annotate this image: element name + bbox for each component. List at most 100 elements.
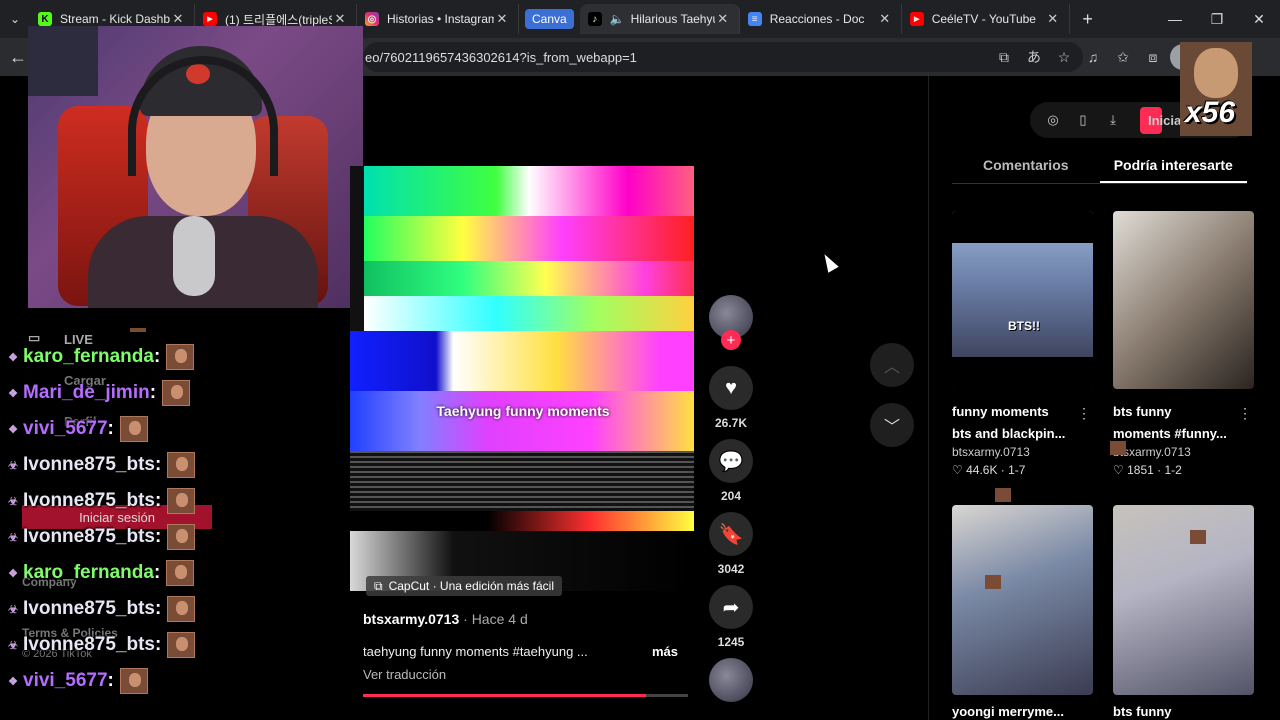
- media-control-icon[interactable]: ♫: [1080, 44, 1106, 70]
- translate-link[interactable]: Ver traducción: [363, 667, 446, 682]
- tab-tiktok-active[interactable]: ♪ 🔈 Hilarious Taehyun ✕: [579, 4, 740, 34]
- like-button[interactable]: ♥ 26.7K: [709, 366, 753, 430]
- capcut-icon: ⧉: [374, 578, 383, 593]
- video-caption-overlay: Taehyung funny moments: [436, 403, 610, 419]
- chat-username[interactable]: Ivonne875_bts: [23, 634, 155, 656]
- music-disc[interactable]: [709, 658, 753, 702]
- app-install-icon[interactable]: ⧉: [991, 44, 1017, 70]
- translate-icon[interactable]: あ: [1021, 44, 1047, 70]
- comment-count: 204: [720, 489, 742, 503]
- suggested-card[interactable]: yoongi merryme...: [952, 505, 1093, 720]
- download-icon[interactable]: ⤓: [1102, 112, 1124, 128]
- close-icon[interactable]: ✕: [332, 11, 348, 27]
- chat-username[interactable]: Ivonne875_bts: [23, 598, 155, 620]
- follow-plus-icon[interactable]: +: [721, 330, 741, 350]
- collections-icon[interactable]: ⧈: [1140, 44, 1166, 70]
- video-progress-bar[interactable]: [363, 694, 688, 697]
- chat-username[interactable]: Ivonne875_bts: [23, 490, 155, 512]
- chat-separator: :: [107, 670, 114, 691]
- compass-icon[interactable]: ◎: [1042, 112, 1064, 128]
- emote-icon: [162, 380, 191, 406]
- youtube-icon: ▶: [909, 12, 924, 26]
- card-stats: ♡ 1851 · 1-2: [1113, 463, 1182, 477]
- chat-separator: :: [155, 598, 162, 619]
- progress-fill: [363, 694, 646, 697]
- card-title: funny moments: [952, 404, 1049, 419]
- share-button[interactable]: ➦ 1245: [709, 585, 753, 649]
- chat-message: ☣ Ivonne875_bts :: [6, 594, 196, 624]
- more-options-icon[interactable]: ⋮: [1238, 405, 1252, 422]
- login-button[interactable]: Inicia: [1140, 106, 1181, 134]
- chevron-down-icon[interactable]: ﹀: [870, 403, 914, 447]
- comment-icon: 💬: [709, 439, 753, 483]
- new-tab-plus-icon[interactable]: +: [1070, 9, 1106, 30]
- chat-username[interactable]: Ivonne875_bts: [23, 526, 155, 548]
- bookmark-icon: 🔖: [709, 512, 753, 556]
- tab-group-canva[interactable]: Canva: [525, 9, 574, 29]
- more-button[interactable]: más: [652, 644, 678, 659]
- restore-icon[interactable]: ❐: [1196, 0, 1238, 38]
- suggested-card[interactable]: BTS!! ⋮ funny moments bts and blackpin..…: [952, 211, 1093, 477]
- tab-search-chevron-icon[interactable]: ⌄: [0, 4, 30, 34]
- chat-message: ❖ karo_fernanda :: [6, 342, 195, 372]
- screen: ⌄ K Stream - Kick Dashboard ✕ ▶ (1) 트리플에…: [0, 0, 1280, 720]
- close-icon[interactable]: ✕: [715, 11, 731, 27]
- save-button[interactable]: 🔖 3042: [709, 512, 753, 576]
- tab-instagram[interactable]: ◎ Historias • Instagram ✕: [357, 4, 519, 34]
- tab-docs[interactable]: ≡ Reacciones - Doc ✕: [740, 4, 902, 34]
- emote-icon: [166, 560, 195, 586]
- chat-separator: :: [155, 634, 162, 655]
- tab-suggested[interactable]: Podría interesarte: [1099, 150, 1247, 183]
- more-options-icon[interactable]: ⋮: [1077, 405, 1091, 422]
- tab-youtube-ceele[interactable]: ▶ CeéleTV - YouTube ✕: [902, 4, 1070, 34]
- url-field[interactable]: eo/7602119657436302614?is_from_webapp=1 …: [363, 42, 1083, 72]
- emote-icon: [1190, 530, 1206, 544]
- author-name[interactable]: btsxarmy.0713: [363, 611, 459, 627]
- panel-divider: [928, 76, 929, 720]
- url-text: eo/7602119657436302614?is_from_webapp=1: [365, 49, 637, 65]
- close-icon[interactable]: ✕: [494, 11, 510, 27]
- comment-button[interactable]: 💬 204: [709, 439, 753, 503]
- chat-username[interactable]: karo_fernanda: [23, 346, 154, 368]
- star-icon[interactable]: ☆: [1051, 44, 1077, 70]
- chat-username[interactable]: vivi_5677: [23, 418, 108, 440]
- chat-message: ☣ Ivonne875_bts :: [6, 522, 196, 552]
- chat-username[interactable]: karo_fernanda: [23, 562, 154, 584]
- phone-icon[interactable]: ▯: [1072, 112, 1094, 128]
- chat-badge-icon: ❖: [8, 567, 18, 580]
- like-count: 26.7K: [714, 416, 748, 430]
- favorites-icon[interactable]: ✩: [1110, 44, 1136, 70]
- suggested-card[interactable]: bts funny: [1113, 505, 1254, 720]
- close-window-icon[interactable]: ✕: [1238, 0, 1280, 38]
- card-stats: ♡ 44.6K · 1-7: [952, 463, 1026, 477]
- chat-username[interactable]: Ivonne875_bts: [23, 454, 155, 476]
- card-title: moments #funny...: [1113, 426, 1227, 441]
- card-thumbnail: BTS!!: [952, 211, 1093, 389]
- close-icon[interactable]: ✕: [1045, 11, 1061, 27]
- instagram-icon: ◎: [365, 12, 379, 26]
- chat-badge-icon: ☣: [8, 603, 18, 616]
- chevron-up-icon[interactable]: ︿: [870, 343, 914, 387]
- close-icon[interactable]: ✕: [877, 11, 893, 27]
- tiktok-icon: ♪: [587, 12, 602, 26]
- minimize-icon[interactable]: —: [1154, 0, 1196, 38]
- card-thumbnail: [1113, 505, 1254, 695]
- emote-icon: [167, 488, 196, 514]
- streamer-webcam: [28, 26, 363, 308]
- save-count: 3042: [717, 562, 745, 576]
- chat-username[interactable]: Mari_de_jimin: [23, 382, 150, 404]
- chat-separator: :: [153, 562, 161, 583]
- suggested-card[interactable]: ⋮ bts funny moments #funny... btsxarmy.0…: [1113, 211, 1254, 477]
- card-author[interactable]: btsxarmy.0713: [1113, 445, 1254, 459]
- capcut-badge[interactable]: ⧉ CapCut · Una edición más fácil: [366, 576, 562, 596]
- close-icon[interactable]: ✕: [170, 11, 186, 27]
- heart-icon: ♥: [709, 366, 753, 410]
- tab-comments[interactable]: Comentarios: [952, 150, 1100, 183]
- chat-message: ☣ Ivonne875_bts :: [6, 450, 196, 480]
- video-author[interactable]: btsxarmy.0713 · Hace 4 d: [363, 611, 528, 627]
- chat-username[interactable]: vivi_5677: [23, 670, 108, 692]
- card-title: yoongi merryme...: [952, 704, 1064, 719]
- card-author[interactable]: btsxarmy.0713: [952, 445, 1093, 459]
- speaker-icon[interactable]: 🔈: [610, 12, 625, 26]
- emote-icon: [166, 344, 195, 370]
